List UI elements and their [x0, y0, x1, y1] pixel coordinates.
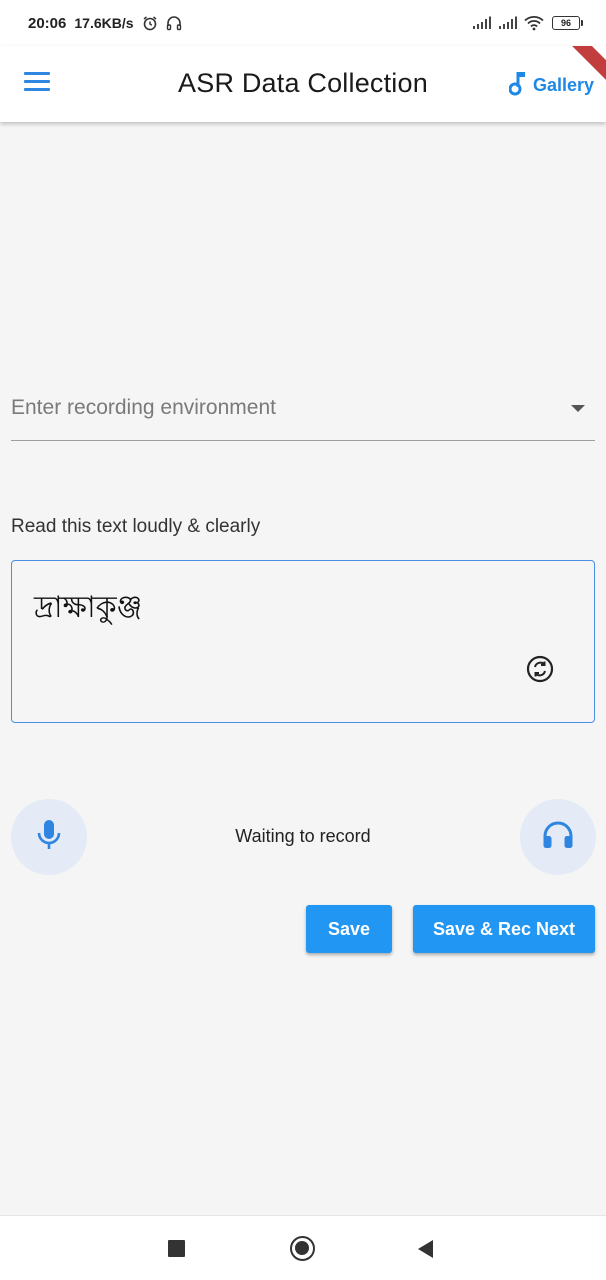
refresh-icon[interactable] [526, 655, 554, 683]
status-right: 96 [472, 15, 583, 31]
playback-button[interactable] [520, 799, 596, 875]
recents-icon[interactable] [168, 1240, 185, 1257]
signal-icon [498, 16, 518, 30]
dropdown-arrow-icon [571, 405, 585, 412]
system-nav-bar [0, 1215, 606, 1280]
battery-icon: 96 [552, 16, 583, 30]
status-left: 20:06 17.6KB/s [28, 15, 182, 32]
network-speed: 17.6KB/s [74, 15, 134, 31]
instruction-label: Read this text loudly & clearly [11, 516, 261, 537]
headset-icon [166, 15, 182, 31]
dropdown-placeholder: Enter recording environment [11, 396, 276, 419]
signal-icon [472, 16, 492, 30]
music-note-icon [508, 70, 527, 101]
app-bar: ASR Data Collection Gallery [0, 46, 606, 122]
gallery-label: Gallery [532, 75, 594, 95]
save-and-record-next-button[interactable]: Save & Rec Next [413, 905, 595, 953]
prompt-text: দ্রাক্ষাকুঞ্জ [34, 590, 143, 625]
gallery-button[interactable]: Gallery [508, 70, 594, 101]
save-button[interactable]: Save [306, 905, 392, 953]
status-time: 20:06 [28, 14, 67, 32]
wifi-icon [524, 15, 544, 31]
headphones-icon [541, 820, 575, 855]
back-icon[interactable] [418, 1240, 433, 1258]
recording-environment-dropdown[interactable]: Enter recording environment [11, 388, 595, 441]
alarm-icon [142, 15, 158, 31]
prompt-text-card: দ্রাক্ষাকুঞ্জ [11, 560, 595, 723]
app-screen: 20:06 17.6KB/s 96 ASR Data Collection Ga… [0, 0, 606, 1280]
record-status-text: Waiting to record [235, 826, 371, 846]
home-icon[interactable] [290, 1236, 315, 1261]
status-bar: 20:06 17.6KB/s 96 [0, 0, 606, 46]
